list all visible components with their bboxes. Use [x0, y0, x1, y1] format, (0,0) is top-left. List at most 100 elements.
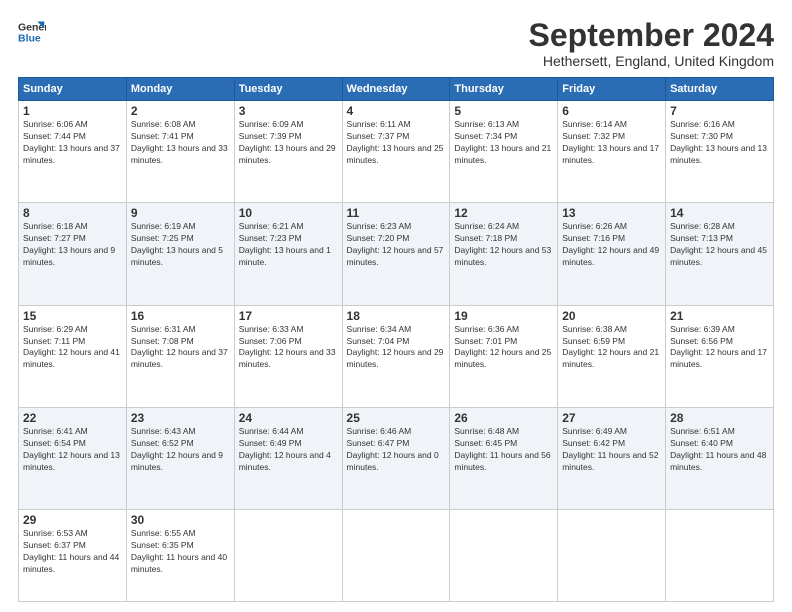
day-info: Sunrise: 6:18 AM Sunset: 7:27 PM Dayligh…	[23, 221, 122, 269]
sunset-label: Sunset: 7:34 PM	[454, 131, 517, 141]
calendar-row: 15 Sunrise: 6:29 AM Sunset: 7:11 PM Dayl…	[19, 305, 774, 407]
sunrise-label: Sunrise: 6:13 AM	[454, 119, 519, 129]
table-row: 24 Sunrise: 6:44 AM Sunset: 6:49 PM Dayl…	[234, 407, 342, 509]
sunset-label: Sunset: 7:30 PM	[670, 131, 733, 141]
col-thursday: Thursday	[450, 78, 558, 101]
day-number: 27	[562, 411, 661, 425]
table-row: 13 Sunrise: 6:26 AM Sunset: 7:16 PM Dayl…	[558, 203, 666, 305]
sunset-label: Sunset: 6:52 PM	[131, 438, 194, 448]
sunrise-label: Sunrise: 6:16 AM	[670, 119, 735, 129]
sunrise-label: Sunrise: 6:55 AM	[131, 528, 196, 538]
calendar-row: 8 Sunrise: 6:18 AM Sunset: 7:27 PM Dayli…	[19, 203, 774, 305]
day-number: 2	[131, 104, 230, 118]
daylight-label: Daylight: 13 hours and 5 minutes.	[131, 245, 223, 267]
sunrise-label: Sunrise: 6:51 AM	[670, 426, 735, 436]
table-row: 21 Sunrise: 6:39 AM Sunset: 6:56 PM Dayl…	[666, 305, 774, 407]
table-row: 6 Sunrise: 6:14 AM Sunset: 7:32 PM Dayli…	[558, 101, 666, 203]
day-number: 5	[454, 104, 553, 118]
table-row: 8 Sunrise: 6:18 AM Sunset: 7:27 PM Dayli…	[19, 203, 127, 305]
table-row	[558, 510, 666, 602]
day-number: 22	[23, 411, 122, 425]
calendar-page: General Blue September 2024 Hethersett, …	[0, 0, 792, 612]
sunrise-label: Sunrise: 6:34 AM	[347, 324, 412, 334]
day-number: 14	[670, 206, 769, 220]
table-row: 25 Sunrise: 6:46 AM Sunset: 6:47 PM Dayl…	[342, 407, 450, 509]
daylight-label: Daylight: 13 hours and 21 minutes.	[454, 143, 551, 165]
table-row: 2 Sunrise: 6:08 AM Sunset: 7:41 PM Dayli…	[126, 101, 234, 203]
day-number: 16	[131, 309, 230, 323]
table-row: 5 Sunrise: 6:13 AM Sunset: 7:34 PM Dayli…	[450, 101, 558, 203]
sunrise-label: Sunrise: 6:26 AM	[562, 221, 627, 231]
daylight-label: Daylight: 12 hours and 25 minutes.	[454, 347, 551, 369]
day-number: 30	[131, 513, 230, 527]
day-number: 4	[347, 104, 446, 118]
day-number: 10	[239, 206, 338, 220]
calendar-row: 1 Sunrise: 6:06 AM Sunset: 7:44 PM Dayli…	[19, 101, 774, 203]
sunrise-label: Sunrise: 6:14 AM	[562, 119, 627, 129]
sunset-label: Sunset: 7:08 PM	[131, 336, 194, 346]
day-number: 11	[347, 206, 446, 220]
sunrise-label: Sunrise: 6:18 AM	[23, 221, 88, 231]
sunset-label: Sunset: 6:40 PM	[670, 438, 733, 448]
day-info: Sunrise: 6:46 AM Sunset: 6:47 PM Dayligh…	[347, 426, 446, 474]
daylight-label: Daylight: 13 hours and 25 minutes.	[347, 143, 444, 165]
col-tuesday: Tuesday	[234, 78, 342, 101]
day-info: Sunrise: 6:26 AM Sunset: 7:16 PM Dayligh…	[562, 221, 661, 269]
table-row: 22 Sunrise: 6:41 AM Sunset: 6:54 PM Dayl…	[19, 407, 127, 509]
sunrise-label: Sunrise: 6:06 AM	[23, 119, 88, 129]
sunset-label: Sunset: 7:44 PM	[23, 131, 86, 141]
day-number: 15	[23, 309, 122, 323]
month-title: September 2024	[529, 18, 774, 53]
sunset-label: Sunset: 7:32 PM	[562, 131, 625, 141]
table-row: 15 Sunrise: 6:29 AM Sunset: 7:11 PM Dayl…	[19, 305, 127, 407]
day-info: Sunrise: 6:29 AM Sunset: 7:11 PM Dayligh…	[23, 324, 122, 372]
day-info: Sunrise: 6:16 AM Sunset: 7:30 PM Dayligh…	[670, 119, 769, 167]
daylight-label: Daylight: 11 hours and 40 minutes.	[131, 552, 227, 574]
table-row: 18 Sunrise: 6:34 AM Sunset: 7:04 PM Dayl…	[342, 305, 450, 407]
daylight-label: Daylight: 13 hours and 13 minutes.	[670, 143, 767, 165]
sunset-label: Sunset: 7:25 PM	[131, 233, 194, 243]
daylight-label: Daylight: 12 hours and 17 minutes.	[670, 347, 767, 369]
daylight-label: Daylight: 12 hours and 33 minutes.	[239, 347, 336, 369]
day-info: Sunrise: 6:53 AM Sunset: 6:37 PM Dayligh…	[23, 528, 122, 576]
header-row: Sunday Monday Tuesday Wednesday Thursday…	[19, 78, 774, 101]
day-info: Sunrise: 6:23 AM Sunset: 7:20 PM Dayligh…	[347, 221, 446, 269]
daylight-label: Daylight: 12 hours and 4 minutes.	[239, 450, 331, 472]
sunset-label: Sunset: 7:06 PM	[239, 336, 302, 346]
day-info: Sunrise: 6:41 AM Sunset: 6:54 PM Dayligh…	[23, 426, 122, 474]
table-row: 12 Sunrise: 6:24 AM Sunset: 7:18 PM Dayl…	[450, 203, 558, 305]
table-row: 1 Sunrise: 6:06 AM Sunset: 7:44 PM Dayli…	[19, 101, 127, 203]
daylight-label: Daylight: 12 hours and 45 minutes.	[670, 245, 767, 267]
sunrise-label: Sunrise: 6:33 AM	[239, 324, 304, 334]
day-info: Sunrise: 6:55 AM Sunset: 6:35 PM Dayligh…	[131, 528, 230, 576]
table-row	[666, 510, 774, 602]
sunrise-label: Sunrise: 6:09 AM	[239, 119, 304, 129]
table-row: 4 Sunrise: 6:11 AM Sunset: 7:37 PM Dayli…	[342, 101, 450, 203]
daylight-label: Daylight: 13 hours and 29 minutes.	[239, 143, 336, 165]
calendar-table: Sunday Monday Tuesday Wednesday Thursday…	[18, 77, 774, 602]
day-info: Sunrise: 6:39 AM Sunset: 6:56 PM Dayligh…	[670, 324, 769, 372]
day-number: 23	[131, 411, 230, 425]
daylight-label: Daylight: 12 hours and 13 minutes.	[23, 450, 120, 472]
daylight-label: Daylight: 13 hours and 1 minute.	[239, 245, 331, 267]
day-number: 7	[670, 104, 769, 118]
sunrise-label: Sunrise: 6:19 AM	[131, 221, 196, 231]
sunset-label: Sunset: 7:18 PM	[454, 233, 517, 243]
header: General Blue September 2024 Hethersett, …	[18, 18, 774, 69]
day-info: Sunrise: 6:49 AM Sunset: 6:42 PM Dayligh…	[562, 426, 661, 474]
day-info: Sunrise: 6:43 AM Sunset: 6:52 PM Dayligh…	[131, 426, 230, 474]
day-info: Sunrise: 6:11 AM Sunset: 7:37 PM Dayligh…	[347, 119, 446, 167]
sunset-label: Sunset: 6:56 PM	[670, 336, 733, 346]
daylight-label: Daylight: 11 hours and 56 minutes.	[454, 450, 550, 472]
daylight-label: Daylight: 12 hours and 0 minutes.	[347, 450, 439, 472]
sunrise-label: Sunrise: 6:29 AM	[23, 324, 88, 334]
day-info: Sunrise: 6:13 AM Sunset: 7:34 PM Dayligh…	[454, 119, 553, 167]
daylight-label: Daylight: 11 hours and 48 minutes.	[670, 450, 766, 472]
table-row: 3 Sunrise: 6:09 AM Sunset: 7:39 PM Dayli…	[234, 101, 342, 203]
sunset-label: Sunset: 7:13 PM	[670, 233, 733, 243]
day-info: Sunrise: 6:38 AM Sunset: 6:59 PM Dayligh…	[562, 324, 661, 372]
sunrise-label: Sunrise: 6:46 AM	[347, 426, 412, 436]
sunrise-label: Sunrise: 6:38 AM	[562, 324, 627, 334]
sunrise-label: Sunrise: 6:24 AM	[454, 221, 519, 231]
daylight-label: Daylight: 13 hours and 37 minutes.	[23, 143, 120, 165]
